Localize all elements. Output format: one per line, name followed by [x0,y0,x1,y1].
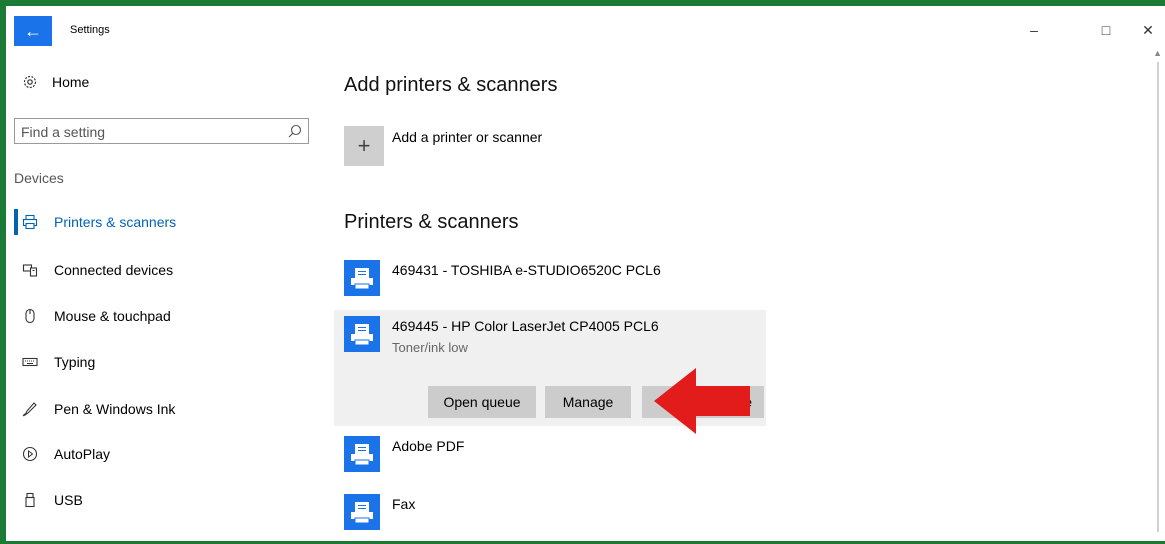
title-bar: ← Settings – □ ✕ [6,6,1165,46]
sidebar-item-label: Connected devices [54,262,174,278]
back-button[interactable]: ← [14,16,52,46]
sidebar-item-connected-devices[interactable]: Connected devices [22,259,173,281]
settings-window: ← Settings – □ ✕ Home Find a setting Dev… [0,0,1165,544]
printer-name: Fax [392,496,416,512]
printer-item[interactable]: Adobe PDF [334,430,766,480]
printer-icon [344,260,380,296]
gear-icon [22,74,38,90]
maximize-button[interactable]: □ [1096,22,1116,38]
connected-devices-icon [22,262,38,278]
mouse-icon [22,308,38,324]
close-button[interactable]: ✕ [1138,22,1158,39]
sidebar-item-pen-windows-ink[interactable]: Pen & Windows Ink [22,398,175,420]
sidebar-item-label: Pen & Windows Ink [54,401,176,417]
search-input[interactable]: Find a setting [14,118,309,144]
usb-icon [22,492,38,508]
printer-status: Toner/ink low [392,340,468,355]
printer-icon [344,316,380,352]
printer-icon [344,494,380,530]
search-icon[interactable] [288,124,302,138]
window-title: Settings [70,24,110,36]
active-indicator [14,209,18,235]
printer-name: 469431 - TOSHIBA e-STUDIO6520C PCL6 [392,262,661,278]
add-printer-button[interactable]: + [344,126,384,166]
minimize-button[interactable]: – [1024,22,1044,38]
scroll-thumb[interactable] [1157,62,1159,532]
printer-icon [22,214,38,230]
printers-list-heading: Printers & scanners [344,211,519,233]
manage-button[interactable]: Manage [545,386,631,418]
chevron-up-icon[interactable]: ▲ [1153,48,1162,58]
home-link[interactable]: Home [22,74,89,90]
printer-item[interactable]: Fax [334,488,766,538]
sidebar-item-label: AutoPlay [54,446,111,462]
scrollbar[interactable]: ▲ [1151,46,1165,541]
sidebar-item-typing[interactable]: Typing [22,351,95,373]
red-arrow-annotation [654,368,750,434]
autoplay-icon [22,446,38,462]
sidebar: Home Find a setting Devices Printers & s… [6,46,326,541]
sidebar-item-autoplay[interactable]: AutoPlay [22,443,110,465]
sidebar-item-label: USB [54,492,83,508]
add-printer-label[interactable]: Add a printer or scanner [392,129,542,145]
add-printers-heading: Add printers & scanners [344,74,558,96]
sidebar-item-label: Typing [54,354,96,370]
sidebar-item-label: Mouse & touchpad [54,308,171,324]
main-content: Add printers & scanners + Add a printer … [326,46,1156,541]
sidebar-item-usb[interactable]: USB [22,489,83,511]
printer-icon [344,436,380,472]
sidebar-item-label: Printers & scanners [54,214,177,230]
sidebar-item-printers-scanners[interactable]: Printers & scanners [22,211,176,233]
home-label: Home [52,74,90,90]
pen-icon [22,401,38,417]
open-queue-button[interactable]: Open queue [428,386,536,418]
sidebar-item-mouse-touchpad[interactable]: Mouse & touchpad [22,305,171,327]
printer-item[interactable]: 469431 - TOSHIBA e-STUDIO6520C PCL6 [334,254,766,304]
plus-icon: + [357,133,371,158]
printer-name: 469445 - HP Color LaserJet CP4005 PCL6 [392,318,659,334]
section-label: Devices [14,170,64,186]
search-placeholder: Find a setting [21,124,106,140]
printer-name: Adobe PDF [392,438,465,454]
keyboard-icon [22,354,38,370]
